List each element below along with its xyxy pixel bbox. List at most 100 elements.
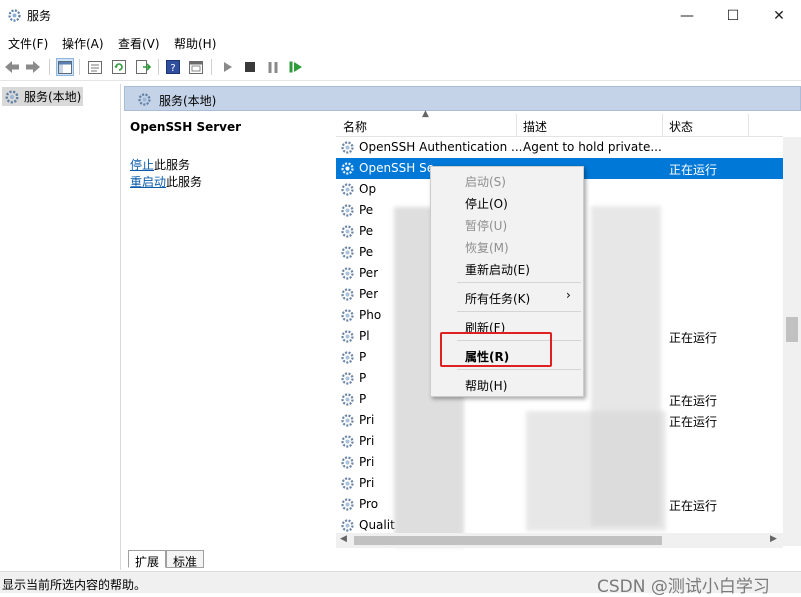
column-divider[interactable] — [748, 114, 749, 136]
menu-separator — [457, 369, 581, 370]
service-status: 正在运行 — [669, 394, 718, 408]
menu-item-restart[interactable]: 重新启动(E) — [465, 261, 530, 278]
service-name: OpenSSH Authentication ... — [359, 140, 523, 154]
export-list-icon[interactable] — [134, 58, 152, 76]
vertical-scrollbar[interactable] — [783, 137, 801, 546]
services-gear-icon — [7, 8, 22, 23]
menu-item-help[interactable]: 帮助(H) — [465, 377, 507, 394]
stop-icon[interactable] — [241, 58, 259, 76]
submenu-arrow-icon: › — [566, 288, 571, 302]
restart-icon[interactable] — [287, 58, 305, 76]
service-name: Op — [359, 182, 377, 196]
scrollbar-thumb[interactable] — [354, 536, 662, 545]
service-gear-icon — [340, 287, 355, 305]
tab-extended[interactable]: 扩展 — [128, 550, 167, 569]
service-name: Pri — [359, 413, 375, 427]
service-name: Pri — [359, 455, 375, 469]
title-bar: 服务 — ☐ ✕ — [0, 0, 801, 31]
service-name: Pho — [359, 308, 382, 322]
menu-action[interactable]: 操作(A) — [62, 35, 104, 52]
extended-description-pane: OpenSSH Server 停止此服务 重启动此服务 — [124, 111, 336, 548]
panel-header: 服务(本地) — [124, 86, 801, 111]
service-gear-icon — [340, 245, 355, 263]
service-gear-icon — [340, 434, 355, 452]
service-name: Pri — [359, 434, 375, 448]
selected-service-title: OpenSSH Server — [130, 120, 242, 134]
service-status: 正在运行 — [669, 499, 718, 513]
sort-indicator-icon: ▲ — [422, 109, 429, 119]
menu-separator — [457, 282, 581, 283]
console-tree: 服务(本地) — [0, 84, 121, 570]
help-icon[interactable]: ? — [164, 58, 182, 76]
scroll-left-arrow-icon[interactable]: ◀ — [340, 534, 347, 544]
service-name: Pl — [359, 329, 370, 343]
close-button[interactable]: ✕ — [756, 0, 801, 31]
service-status: 正在运行 — [669, 331, 718, 345]
window-title: 服务 — [27, 9, 52, 23]
menu-item-resume: 恢复(M) — [465, 241, 509, 255]
service-status: 正在运行 — [669, 163, 718, 177]
service-gear-icon — [340, 266, 355, 284]
menu-view[interactable]: 查看(V) — [118, 35, 160, 52]
horizontal-scrollbar[interactable]: ◀ ▶ — [336, 533, 783, 548]
gear-icon — [137, 92, 152, 110]
status-bar: 显示当前所选内容的帮助。 CSDN @测试小白学习 — [0, 571, 801, 597]
service-gear-icon — [340, 476, 355, 494]
menu-help[interactable]: 帮助(H) — [174, 35, 216, 52]
scroll-right-arrow-icon[interactable]: ▶ — [770, 534, 777, 544]
minimize-button[interactable]: — — [664, 0, 710, 31]
service-name: Per — [359, 287, 379, 301]
stop-service-line: 停止此服务 — [130, 156, 190, 173]
service-name: Pe — [359, 203, 374, 217]
service-gear-icon — [340, 140, 355, 158]
service-name: P — [359, 392, 367, 406]
scrollbar-thumb[interactable] — [786, 317, 798, 342]
panel-header-label: 服务(本地) — [159, 94, 217, 108]
restart-service-link[interactable]: 重启动 — [130, 175, 166, 189]
toolbar-separator — [211, 59, 212, 75]
service-name: Pri — [359, 476, 375, 490]
table-row[interactable]: OpenSSH Authentication ... Agent to hold … — [336, 137, 783, 158]
svg-text:?: ? — [170, 63, 175, 74]
pause-icon[interactable] — [264, 58, 282, 76]
stop-service-link[interactable]: 停止 — [130, 158, 154, 172]
column-header-description[interactable]: 描述 — [523, 118, 547, 135]
watermark: CSDN @测试小白学习 — [597, 577, 770, 597]
service-name: P — [359, 350, 367, 364]
service-gear-icon — [340, 308, 355, 326]
service-gear-icon — [340, 329, 355, 347]
forward-arrow-icon[interactable] — [24, 58, 42, 76]
stop-service-suffix: 此服务 — [154, 158, 191, 172]
menu-item-all-tasks[interactable]: 所有任务(K) — [465, 290, 530, 307]
refresh-icon[interactable] — [110, 58, 128, 76]
toolbar-separator — [79, 59, 80, 75]
service-name: OpenSSH Se — [359, 161, 435, 175]
column-divider[interactable] — [662, 114, 663, 136]
menu-item-start: 启动(S) — [465, 175, 506, 189]
column-divider[interactable] — [516, 114, 517, 136]
service-gear-icon — [340, 350, 355, 368]
back-arrow-icon[interactable] — [3, 58, 21, 76]
view-tabs: 扩展 标准 — [124, 549, 801, 569]
menu-bar: 文件(F) 操作(A) 查看(V) 帮助(H) — [0, 31, 801, 53]
play-icon[interactable] — [219, 58, 237, 76]
toolbar-separator — [49, 59, 50, 75]
restart-service-suffix: 此服务 — [166, 175, 203, 189]
properties-sheet-icon[interactable] — [187, 58, 205, 76]
service-gear-icon — [340, 371, 355, 389]
highlight-box — [440, 332, 552, 367]
service-name: Pro — [359, 497, 379, 511]
show-pane-icon[interactable] — [86, 58, 104, 76]
column-header-name[interactable]: 名称 — [343, 118, 367, 135]
service-gear-icon — [340, 161, 355, 179]
menu-item-stop[interactable]: 停止(O) — [465, 195, 508, 212]
gear-icon — [5, 89, 19, 104]
menu-file[interactable]: 文件(F) — [8, 35, 48, 52]
column-header-status[interactable]: 状态 — [669, 118, 693, 135]
tab-standard[interactable]: 标准 — [166, 550, 205, 569]
service-name: Pe — [359, 224, 374, 238]
console-tree-icon[interactable] — [56, 58, 74, 76]
service-gear-icon — [340, 224, 355, 242]
tree-node-services-local[interactable]: 服务(本地) — [2, 87, 83, 106]
maximize-button[interactable]: ☐ — [710, 0, 756, 31]
